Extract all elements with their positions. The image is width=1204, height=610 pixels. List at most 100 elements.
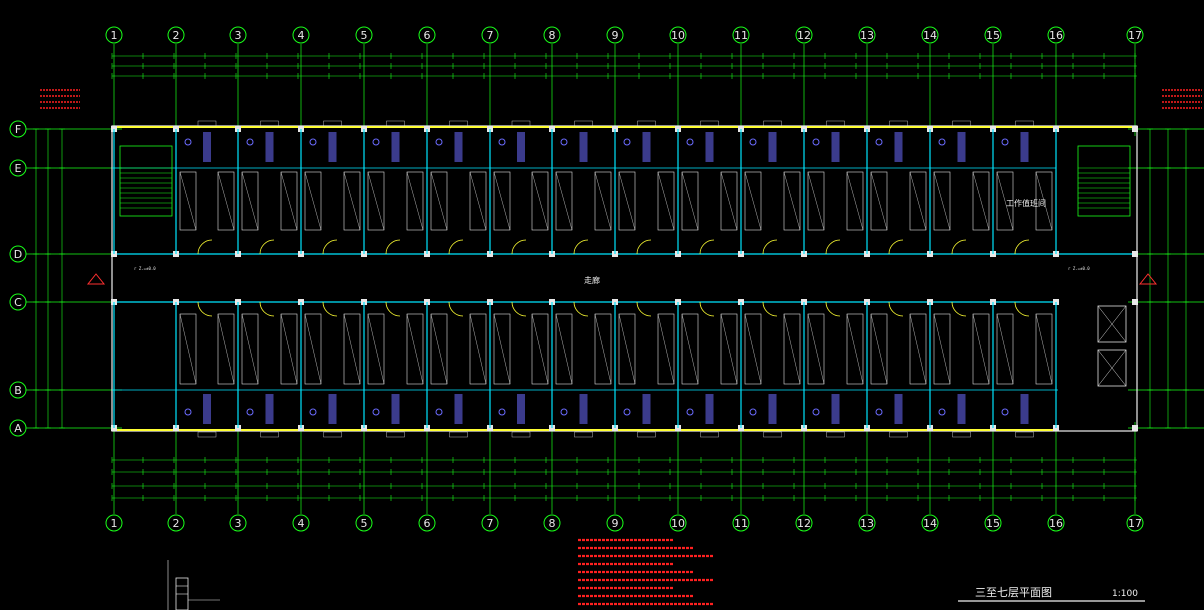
toilet-fixture <box>642 132 651 162</box>
door-swing <box>322 239 338 255</box>
axis-number: 6 <box>424 517 431 530</box>
axis-number: 4 <box>298 517 305 530</box>
axis-number: 12 <box>797 517 811 530</box>
window-tag <box>1015 431 1034 438</box>
structural-column <box>1132 425 1138 431</box>
sink-fixture <box>435 138 443 146</box>
axis-number: 3 <box>235 517 242 530</box>
sink-fixture <box>686 138 694 146</box>
sink-fixture <box>498 408 506 416</box>
bed-cross <box>681 313 699 385</box>
axis-grid <box>26 44 1204 514</box>
bed-cross <box>241 313 259 385</box>
axis-number: 2 <box>173 29 180 42</box>
bed-cross <box>594 313 612 385</box>
door-swing <box>699 301 715 317</box>
toilet-fixture <box>203 132 211 162</box>
bed-cross <box>304 171 322 231</box>
sink-fixture <box>1001 408 1009 416</box>
door-swing <box>825 239 841 255</box>
sink-fixture <box>560 138 568 146</box>
sink-fixture <box>246 408 254 416</box>
bed-cross <box>179 171 197 231</box>
sink-fixture <box>875 408 883 416</box>
drawing-title: 三至七层平面图 <box>975 586 1052 599</box>
toilet-fixture <box>894 394 903 424</box>
axis-bubbles: 1122334455667788991010111112121313141415… <box>9 26 1144 532</box>
door-swing <box>511 239 527 255</box>
sink-fixture <box>309 408 317 416</box>
bed-cross <box>807 313 825 385</box>
stairwells <box>119 145 1131 387</box>
bed-cross <box>179 313 197 385</box>
bed-cross <box>972 171 990 231</box>
sink-fixture <box>749 138 757 146</box>
window-tag <box>700 120 719 127</box>
axis-number: 11 <box>734 29 748 42</box>
bed-cross <box>870 313 888 385</box>
window-tag <box>260 431 279 438</box>
sink-fixture <box>686 408 694 416</box>
bed-cross <box>807 171 825 231</box>
sink-fixture <box>372 408 380 416</box>
axis-number: 4 <box>298 29 305 42</box>
section-marker <box>1138 273 1158 285</box>
bed-cross <box>909 171 927 231</box>
axis-number: 9 <box>612 517 619 530</box>
bed-cross <box>430 313 448 385</box>
sink-fixture <box>875 138 883 146</box>
door-swing <box>385 301 401 317</box>
bed-cross <box>618 171 636 231</box>
door-swing <box>573 301 589 317</box>
bed-cross <box>657 313 675 385</box>
axis-number: 6 <box>424 29 431 42</box>
sink-fixture <box>1001 138 1009 146</box>
bed-cross <box>406 171 424 231</box>
sink-fixture <box>812 138 820 146</box>
stair-outline <box>119 145 173 217</box>
bed-cross <box>367 171 385 231</box>
toilet-fixture <box>894 132 903 162</box>
door-swing <box>197 239 213 255</box>
axis-number: 7 <box>487 517 494 530</box>
axis-number: 5 <box>361 29 368 42</box>
door-swing <box>573 239 589 255</box>
bed-cross <box>406 313 424 385</box>
structural-column <box>1132 251 1138 257</box>
structural-column <box>1132 126 1138 132</box>
bed-cross <box>657 171 675 231</box>
bed-cross <box>367 313 385 385</box>
window-tag <box>952 120 971 127</box>
axis-letter: B <box>14 384 22 397</box>
bed-cross <box>280 313 298 385</box>
window-tag <box>889 431 908 438</box>
bed-cross <box>280 171 298 231</box>
window-tag <box>197 431 217 438</box>
window-tag <box>323 431 342 438</box>
bed-cross <box>343 313 361 385</box>
sink-fixture <box>560 408 568 416</box>
bed-cross <box>720 171 738 231</box>
drawing-scale: 1:100 <box>1112 589 1138 599</box>
door-swing <box>636 301 652 317</box>
bed-cross <box>555 313 573 385</box>
axis-number: 14 <box>923 517 937 530</box>
sink-fixture <box>623 138 631 146</box>
floor-plan-drawing: 1122334455667788991010111112121313141415… <box>9 26 1204 610</box>
axis-number: 16 <box>1049 517 1063 530</box>
axis-number: 16 <box>1049 29 1063 42</box>
toilet-fixture <box>203 394 211 424</box>
toilet-fixture <box>265 394 274 424</box>
door-swing <box>448 301 464 317</box>
axis-number: 7 <box>487 29 494 42</box>
door-swing <box>322 301 338 317</box>
window-tag <box>637 431 656 438</box>
axis-number: 3 <box>235 29 242 42</box>
axis-number: 8 <box>549 29 556 42</box>
sink-fixture <box>498 138 506 146</box>
toilet-fixture <box>957 132 966 162</box>
bed-cross <box>870 171 888 231</box>
toilet-fixture <box>705 132 714 162</box>
door-swing <box>951 239 967 255</box>
door-swing <box>888 301 904 317</box>
